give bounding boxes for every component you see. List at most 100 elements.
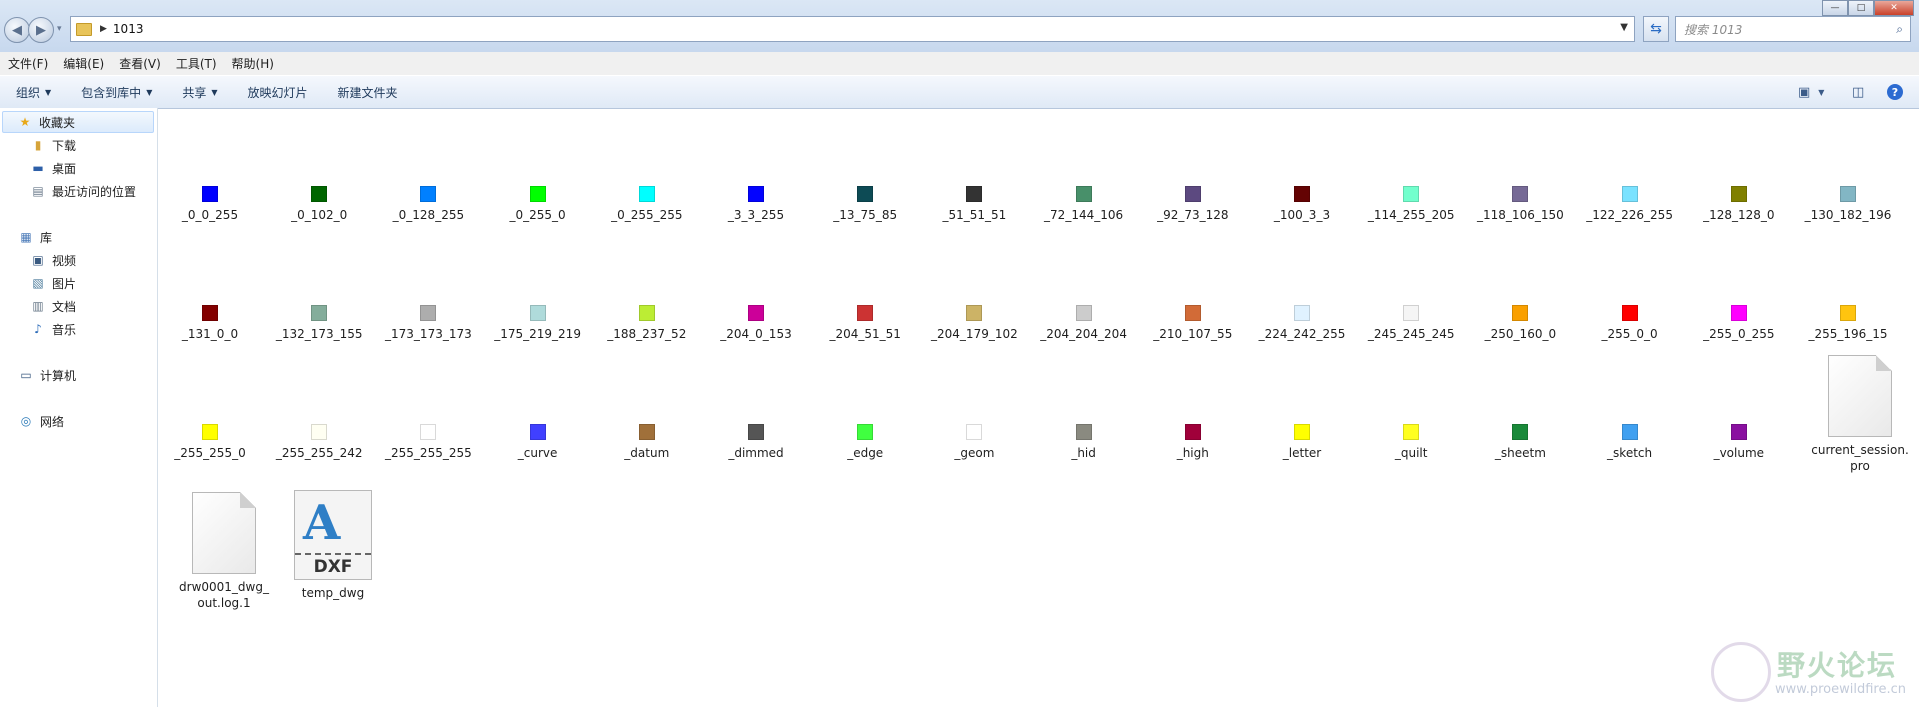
- menu-help[interactable]: 帮助(H): [232, 55, 274, 72]
- new-folder-button[interactable]: 新建文件夹: [338, 84, 398, 101]
- file-item[interactable]: _204_204_204: [1032, 305, 1136, 342]
- menu-edit[interactable]: 编辑(E): [63, 55, 104, 72]
- file-name: _3_3_255: [727, 208, 785, 222]
- file-item[interactable]: _173_173_173: [376, 305, 480, 342]
- sidebar-item-documents[interactable]: ▥ 文档: [30, 295, 76, 317]
- address-dropdown-icon[interactable]: ▼: [1620, 22, 1628, 33]
- file-item[interactable]: _0_255_255: [595, 186, 699, 223]
- file-item[interactable]: _255_255_0: [158, 424, 262, 461]
- file-item[interactable]: _128_128_0: [1687, 186, 1791, 223]
- sidebar-item-desktop[interactable]: ▬ 桌面: [30, 157, 76, 179]
- close-button[interactable]: ✕: [1874, 0, 1914, 16]
- maximize-button[interactable]: □: [1848, 0, 1874, 16]
- menu-tools[interactable]: 工具(T): [176, 55, 217, 72]
- file-item[interactable]: _100_3_3: [1250, 186, 1354, 223]
- file-item[interactable]: _curve: [486, 424, 590, 461]
- file-item[interactable]: _letter: [1250, 424, 1354, 461]
- minimize-icon: —: [1830, 3, 1840, 13]
- color-swatch-icon: [1403, 186, 1420, 202]
- minimize-button[interactable]: —: [1822, 0, 1848, 16]
- help-icon: ?: [1887, 84, 1903, 100]
- file-item[interactable]: _0_102_0: [267, 186, 371, 223]
- sidebar-item-downloads[interactable]: ▮ 下载: [30, 134, 76, 156]
- file-item[interactable]: _volume: [1687, 424, 1791, 461]
- file-item[interactable]: _geom: [922, 424, 1026, 461]
- back-button[interactable]: ◀: [4, 17, 30, 43]
- sidebar-item-pictures[interactable]: ▧ 图片: [30, 272, 76, 294]
- file-item[interactable]: _3_3_255: [704, 186, 808, 223]
- share-button[interactable]: 共享 ▼: [182, 84, 217, 101]
- file-item[interactable]: _204_51_51: [813, 305, 917, 342]
- file-item[interactable]: _edge: [813, 424, 917, 461]
- file-item-log[interactable]: drw0001_dwg_ out.log.1: [172, 492, 276, 611]
- color-swatch-icon: [1512, 305, 1529, 321]
- slideshow-button[interactable]: 放映幻灯片: [248, 84, 308, 101]
- breadcrumb-current-folder[interactable]: 1013: [113, 22, 144, 36]
- breadcrumb-arrow-icon[interactable]: ▶: [100, 24, 107, 34]
- file-item[interactable]: _122_226_255: [1578, 186, 1682, 223]
- file-item[interactable]: _132_173_155: [267, 305, 371, 342]
- menu-file[interactable]: 文件(F): [8, 55, 48, 72]
- file-item[interactable]: _0_0_255: [158, 186, 262, 223]
- sidebar-item-libraries[interactable]: ▦ 库: [18, 226, 52, 248]
- file-name: _0_102_0: [291, 208, 348, 222]
- file-item[interactable]: _72_144_106: [1032, 186, 1136, 223]
- file-item[interactable]: _118_106_150: [1468, 186, 1572, 223]
- file-item[interactable]: _high: [1141, 424, 1245, 461]
- file-item[interactable]: _0_128_255: [376, 186, 480, 223]
- sidebar-label: 网络: [40, 414, 65, 429]
- file-item[interactable]: _114_255_205: [1359, 186, 1463, 223]
- forward-button[interactable]: ▶: [28, 17, 54, 43]
- file-item[interactable]: _130_182_196: [1796, 186, 1900, 223]
- file-item[interactable]: _255_255_255: [376, 424, 480, 461]
- file-item[interactable]: _sheetm: [1468, 424, 1572, 461]
- sidebar-item-favorites[interactable]: ★ 收藏夹: [2, 111, 154, 133]
- file-item[interactable]: _dimmed: [704, 424, 808, 461]
- color-swatch-icon: [748, 186, 764, 202]
- watermark-url: www.proewildfire.cn: [1775, 682, 1906, 697]
- file-item[interactable]: _datum: [595, 424, 699, 461]
- help-button[interactable]: ?: [1887, 83, 1903, 101]
- search-icon[interactable]: ⌕: [1896, 22, 1903, 37]
- sidebar-item-network[interactable]: ◎ 网络: [18, 410, 64, 432]
- file-item[interactable]: _204_179_102: [922, 305, 1026, 342]
- file-item[interactable]: _255_255_242: [267, 424, 371, 461]
- sidebar-item-music[interactable]: ♪ 音乐: [30, 318, 76, 340]
- sidebar-item-computer[interactable]: ▭ 计算机: [18, 364, 76, 386]
- file-item[interactable]: _210_107_55: [1141, 305, 1245, 342]
- file-item[interactable]: _quilt: [1359, 424, 1463, 461]
- file-item[interactable]: _245_245_245: [1359, 305, 1463, 342]
- file-item[interactable]: _255_0_255: [1687, 305, 1791, 342]
- menu-view[interactable]: 查看(V): [119, 55, 161, 72]
- sidebar-item-recent-places[interactable]: ▤ 最近访问的位置: [30, 180, 136, 202]
- preview-pane-button[interactable]: ◫: [1852, 83, 1864, 101]
- organize-button[interactable]: 组织 ▼: [16, 84, 51, 101]
- sidebar-item-videos[interactable]: ▣ 视频: [30, 249, 76, 271]
- view-options-button[interactable]: ▣ ▼: [1798, 83, 1824, 101]
- include-in-library-button[interactable]: 包含到库中 ▼: [81, 84, 152, 101]
- file-item[interactable]: _204_0_153: [704, 305, 808, 342]
- file-item[interactable]: _51_51_51: [922, 186, 1026, 223]
- search-box[interactable]: 搜索 1013 ⌕: [1675, 16, 1911, 42]
- file-item[interactable]: _0_255_0: [486, 186, 590, 223]
- color-swatch-icon: [857, 424, 874, 440]
- refresh-button[interactable]: ⇆: [1643, 16, 1669, 42]
- address-bar[interactable]: ▶ 1013 ▼: [70, 16, 1635, 42]
- file-item[interactable]: _92_73_128: [1141, 186, 1245, 223]
- file-item[interactable]: _13_75_85: [813, 186, 917, 223]
- color-swatch-icon: [1621, 424, 1638, 440]
- file-item[interactable]: _131_0_0: [158, 305, 262, 342]
- file-item-dxf[interactable]: A DXF temp_dwg: [281, 490, 385, 601]
- file-item[interactable]: _255_0_0: [1578, 305, 1682, 342]
- file-item[interactable]: _250_160_0: [1468, 305, 1572, 342]
- file-item[interactable]: _sketch: [1578, 424, 1682, 461]
- file-item-session[interactable]: current_session. pro: [1808, 355, 1912, 474]
- recent-pages-dropdown[interactable]: ▾: [57, 24, 67, 36]
- file-item[interactable]: _224_242_255: [1250, 305, 1354, 342]
- file-name: _geom: [954, 446, 995, 460]
- file-item[interactable]: _hid: [1032, 424, 1136, 461]
- search-input[interactable]: 搜索 1013: [1684, 21, 1896, 38]
- file-item[interactable]: _188_237_52: [595, 305, 699, 342]
- file-item[interactable]: _175_219_219: [486, 305, 590, 342]
- file-item[interactable]: _255_196_15: [1796, 305, 1900, 342]
